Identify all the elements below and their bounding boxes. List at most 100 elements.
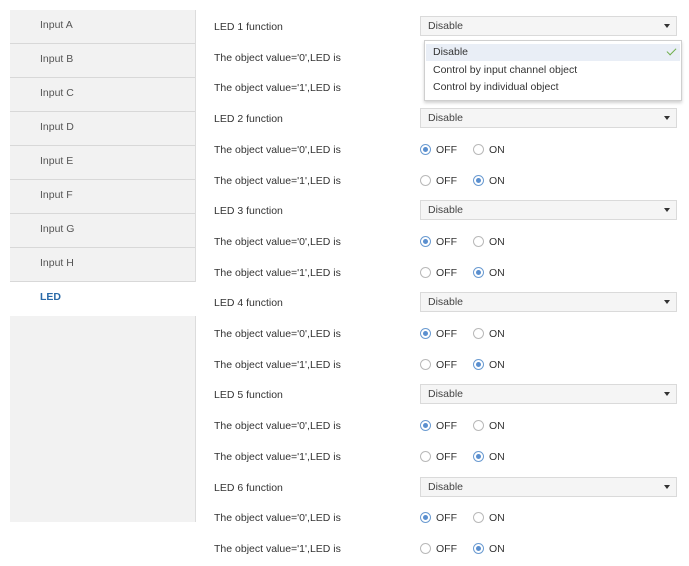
function-row: LED 4 function Disable — [196, 286, 689, 320]
radio-label: OFF — [436, 359, 457, 371]
function-select[interactable]: Disable — [420, 384, 677, 404]
sidebar-item-led[interactable]: LED — [10, 282, 196, 316]
row-label: The object value='0',LED is — [214, 420, 341, 432]
row-label: The object value='0',LED is — [214, 512, 341, 524]
value-row: The object value='0',LED is OFF ON — [196, 317, 689, 351]
value-row: The object value='1',LED is OFF ON — [196, 164, 689, 198]
select-value: Disable — [428, 296, 464, 308]
radio-label: OFF — [436, 420, 457, 432]
radio-button[interactable] — [473, 144, 484, 155]
radio-button[interactable] — [473, 328, 484, 339]
function-select[interactable]: Disable — [420, 16, 677, 36]
radio-button[interactable] — [420, 451, 431, 462]
radio-button[interactable] — [473, 175, 484, 186]
row-label: The object value='1',LED is — [214, 543, 341, 555]
row-label: The object value='1',LED is — [214, 175, 341, 187]
function-select[interactable]: Disable — [420, 477, 677, 497]
sidebar-item-input-c[interactable]: Input C — [10, 78, 195, 112]
value-row: The object value='0',LED is OFF ON — [196, 409, 689, 443]
select-value: Disable — [428, 204, 464, 216]
row-label: The object value='0',LED is — [214, 144, 341, 156]
function-row: LED 5 function Disable — [196, 378, 689, 412]
value-row: The object value='1',LED is OFF ON — [196, 532, 689, 566]
radio-label: ON — [489, 359, 505, 371]
radio-label: ON — [489, 451, 505, 463]
row-label: LED 4 function — [214, 297, 283, 309]
row-label: LED 5 function — [214, 389, 283, 401]
row-label: LED 1 function — [214, 21, 283, 33]
function-row: LED 1 function Disable — [196, 10, 689, 44]
sidebar-item-input-a[interactable]: Input A — [10, 10, 195, 44]
sidebar-item-input-g[interactable]: Input G — [10, 214, 195, 248]
dropdown-option-input-channel[interactable]: Control by input channel object — [426, 62, 680, 79]
radio-button[interactable] — [420, 512, 431, 523]
check-icon — [666, 45, 677, 56]
radio-label: ON — [489, 267, 505, 279]
function-select[interactable]: Disable — [420, 200, 677, 220]
radio-label: ON — [489, 328, 505, 340]
radio-label: ON — [489, 144, 505, 156]
radio-button[interactable] — [473, 512, 484, 523]
value-row: The object value='1',LED is OFF ON — [196, 256, 689, 290]
radio-label: OFF — [436, 267, 457, 279]
radio-button[interactable] — [420, 543, 431, 554]
radio-label: OFF — [436, 144, 457, 156]
dropdown-option-individual[interactable]: Control by individual object — [426, 79, 680, 96]
select-value: Disable — [428, 112, 464, 124]
function-select[interactable]: Disable — [420, 108, 677, 128]
row-label: LED 6 function — [214, 482, 283, 494]
value-row: The object value='0',LED is OFF ON — [196, 225, 689, 259]
radio-button[interactable] — [420, 175, 431, 186]
row-label: The object value='0',LED is — [214, 328, 341, 340]
radio-button[interactable] — [473, 451, 484, 462]
select-value: Disable — [428, 388, 464, 400]
row-label: The object value='1',LED is — [214, 82, 341, 94]
radio-button[interactable] — [420, 328, 431, 339]
radio-label: OFF — [436, 328, 457, 340]
dropdown-option-label: Control by individual object — [433, 81, 559, 93]
chevron-down-icon — [664, 116, 670, 120]
chevron-down-icon — [664, 24, 670, 28]
radio-button[interactable] — [420, 420, 431, 431]
radio-label: ON — [489, 543, 505, 555]
sidebar-item-input-f[interactable]: Input F — [10, 180, 195, 214]
radio-label: OFF — [436, 512, 457, 524]
function-row: LED 3 function Disable — [196, 194, 689, 228]
radio-label: OFF — [436, 175, 457, 187]
radio-button[interactable] — [420, 144, 431, 155]
radio-button[interactable] — [473, 420, 484, 431]
radio-button[interactable] — [420, 236, 431, 247]
radio-button[interactable] — [473, 236, 484, 247]
sidebar-item-input-h[interactable]: Input H — [10, 248, 195, 282]
radio-label: ON — [489, 420, 505, 432]
sidebar: Input A Input B Input C Input D Input E … — [10, 10, 196, 522]
chevron-down-icon — [664, 392, 670, 396]
dropdown-option-label: Control by input channel object — [433, 64, 578, 76]
row-label: The object value='1',LED is — [214, 267, 341, 279]
row-label: LED 3 function — [214, 205, 283, 217]
row-label: The object value='1',LED is — [214, 359, 341, 371]
radio-button[interactable] — [473, 543, 484, 554]
value-row: The object value='0',LED is OFF ON — [196, 501, 689, 535]
radio-label: ON — [489, 175, 505, 187]
sidebar-item-input-b[interactable]: Input B — [10, 44, 195, 78]
row-label: The object value='1',LED is — [214, 451, 341, 463]
row-label: The object value='0',LED is — [214, 236, 341, 248]
radio-label: OFF — [436, 451, 457, 463]
function-row: LED 6 function Disable — [196, 471, 689, 505]
radio-label: OFF — [436, 543, 457, 555]
value-row: The object value='1',LED is OFF ON — [196, 440, 689, 474]
radio-label: ON — [489, 512, 505, 524]
chevron-down-icon — [664, 485, 670, 489]
function-select[interactable]: Disable — [420, 292, 677, 312]
chevron-down-icon — [664, 208, 670, 212]
radio-button[interactable] — [473, 267, 484, 278]
sidebar-item-input-d[interactable]: Input D — [10, 112, 195, 146]
radio-button[interactable] — [473, 359, 484, 370]
dropdown-option-disable[interactable]: Disable — [426, 44, 680, 61]
row-label: LED 2 function — [214, 113, 283, 125]
sidebar-item-input-e[interactable]: Input E — [10, 146, 195, 180]
radio-button[interactable] — [420, 359, 431, 370]
radio-button[interactable] — [420, 267, 431, 278]
select-value: Disable — [428, 481, 464, 493]
